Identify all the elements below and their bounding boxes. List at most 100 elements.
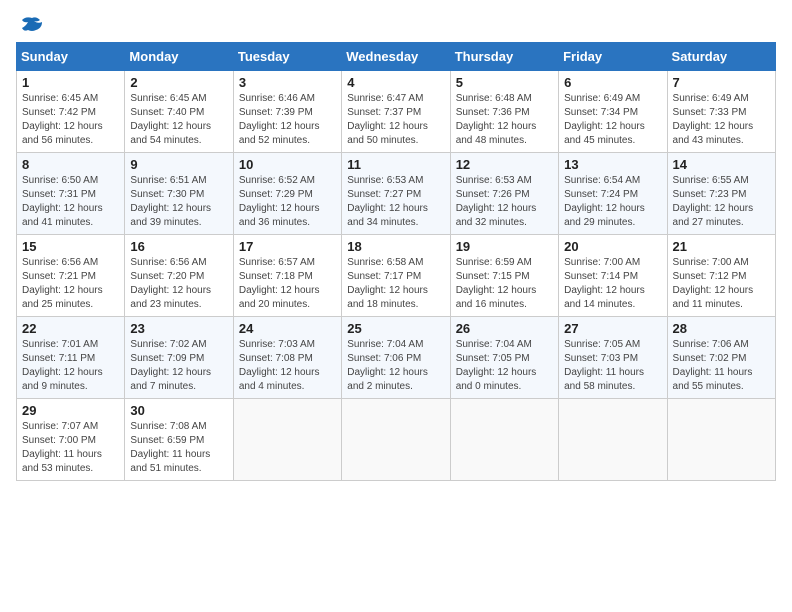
- day-info: Sunrise: 6:48 AM Sunset: 7:36 PM Dayligh…: [456, 92, 553, 148]
- day-info: Sunrise: 7:00 AM Sunset: 7:12 PM Dayligh…: [673, 256, 770, 312]
- header-sunday: Sunday: [17, 43, 125, 71]
- page-header: [16, 16, 776, 34]
- day-number: 18: [347, 239, 444, 254]
- day-number: 13: [564, 157, 661, 172]
- calendar-cell: 26 Sunrise: 7:04 AM Sunset: 7:05 PM Dayl…: [450, 317, 558, 399]
- day-number: 17: [239, 239, 336, 254]
- calendar-cell: 12 Sunrise: 6:53 AM Sunset: 7:26 PM Dayl…: [450, 153, 558, 235]
- calendar-cell: 4 Sunrise: 6:47 AM Sunset: 7:37 PM Dayli…: [342, 71, 450, 153]
- header-wednesday: Wednesday: [342, 43, 450, 71]
- calendar-cell: 9 Sunrise: 6:51 AM Sunset: 7:30 PM Dayli…: [125, 153, 233, 235]
- day-info: Sunrise: 7:06 AM Sunset: 7:02 PM Dayligh…: [673, 338, 770, 394]
- calendar-cell: 17 Sunrise: 6:57 AM Sunset: 7:18 PM Dayl…: [233, 235, 341, 317]
- logo-bird-icon: [20, 16, 44, 34]
- day-info: Sunrise: 7:00 AM Sunset: 7:14 PM Dayligh…: [564, 256, 661, 312]
- day-number: 28: [673, 321, 770, 336]
- calendar-cell: 8 Sunrise: 6:50 AM Sunset: 7:31 PM Dayli…: [17, 153, 125, 235]
- day-number: 16: [130, 239, 227, 254]
- day-info: Sunrise: 6:56 AM Sunset: 7:21 PM Dayligh…: [22, 256, 119, 312]
- day-info: Sunrise: 7:04 AM Sunset: 7:06 PM Dayligh…: [347, 338, 444, 394]
- calendar-cell: 22 Sunrise: 7:01 AM Sunset: 7:11 PM Dayl…: [17, 317, 125, 399]
- day-number: 21: [673, 239, 770, 254]
- day-number: 19: [456, 239, 553, 254]
- day-number: 23: [130, 321, 227, 336]
- day-info: Sunrise: 6:52 AM Sunset: 7:29 PM Dayligh…: [239, 174, 336, 230]
- day-number: 27: [564, 321, 661, 336]
- day-number: 20: [564, 239, 661, 254]
- calendar-cell: 10 Sunrise: 6:52 AM Sunset: 7:29 PM Dayl…: [233, 153, 341, 235]
- calendar-cell: [342, 399, 450, 481]
- day-number: 10: [239, 157, 336, 172]
- day-info: Sunrise: 6:53 AM Sunset: 7:26 PM Dayligh…: [456, 174, 553, 230]
- calendar-cell: 24 Sunrise: 7:03 AM Sunset: 7:08 PM Dayl…: [233, 317, 341, 399]
- day-number: 14: [673, 157, 770, 172]
- calendar-week-row: 1 Sunrise: 6:45 AM Sunset: 7:42 PM Dayli…: [17, 71, 776, 153]
- calendar-cell: 21 Sunrise: 7:00 AM Sunset: 7:12 PM Dayl…: [667, 235, 775, 317]
- header-tuesday: Tuesday: [233, 43, 341, 71]
- day-number: 12: [456, 157, 553, 172]
- calendar-cell: 25 Sunrise: 7:04 AM Sunset: 7:06 PM Dayl…: [342, 317, 450, 399]
- day-info: Sunrise: 6:56 AM Sunset: 7:20 PM Dayligh…: [130, 256, 227, 312]
- calendar-week-row: 29 Sunrise: 7:07 AM Sunset: 7:00 PM Dayl…: [17, 399, 776, 481]
- day-info: Sunrise: 6:47 AM Sunset: 7:37 PM Dayligh…: [347, 92, 444, 148]
- calendar-cell: 15 Sunrise: 6:56 AM Sunset: 7:21 PM Dayl…: [17, 235, 125, 317]
- calendar-cell: 13 Sunrise: 6:54 AM Sunset: 7:24 PM Dayl…: [559, 153, 667, 235]
- header-friday: Friday: [559, 43, 667, 71]
- day-info: Sunrise: 6:51 AM Sunset: 7:30 PM Dayligh…: [130, 174, 227, 230]
- calendar-week-row: 15 Sunrise: 6:56 AM Sunset: 7:21 PM Dayl…: [17, 235, 776, 317]
- day-number: 2: [130, 75, 227, 90]
- calendar-cell: 2 Sunrise: 6:45 AM Sunset: 7:40 PM Dayli…: [125, 71, 233, 153]
- calendar-cell: 27 Sunrise: 7:05 AM Sunset: 7:03 PM Dayl…: [559, 317, 667, 399]
- day-number: 8: [22, 157, 119, 172]
- calendar-cell: 5 Sunrise: 6:48 AM Sunset: 7:36 PM Dayli…: [450, 71, 558, 153]
- day-info: Sunrise: 6:45 AM Sunset: 7:40 PM Dayligh…: [130, 92, 227, 148]
- day-info: Sunrise: 7:04 AM Sunset: 7:05 PM Dayligh…: [456, 338, 553, 394]
- calendar-cell: 11 Sunrise: 6:53 AM Sunset: 7:27 PM Dayl…: [342, 153, 450, 235]
- day-info: Sunrise: 7:05 AM Sunset: 7:03 PM Dayligh…: [564, 338, 661, 394]
- calendar-cell: 1 Sunrise: 6:45 AM Sunset: 7:42 PM Dayli…: [17, 71, 125, 153]
- calendar-cell: 6 Sunrise: 6:49 AM Sunset: 7:34 PM Dayli…: [559, 71, 667, 153]
- calendar-cell: [233, 399, 341, 481]
- calendar-cell: 16 Sunrise: 6:56 AM Sunset: 7:20 PM Dayl…: [125, 235, 233, 317]
- logo: [16, 16, 44, 34]
- calendar-cell: 7 Sunrise: 6:49 AM Sunset: 7:33 PM Dayli…: [667, 71, 775, 153]
- day-info: Sunrise: 6:46 AM Sunset: 7:39 PM Dayligh…: [239, 92, 336, 148]
- day-info: Sunrise: 7:07 AM Sunset: 7:00 PM Dayligh…: [22, 420, 119, 476]
- day-info: Sunrise: 7:02 AM Sunset: 7:09 PM Dayligh…: [130, 338, 227, 394]
- day-number: 25: [347, 321, 444, 336]
- day-number: 26: [456, 321, 553, 336]
- day-number: 29: [22, 403, 119, 418]
- calendar-cell: 19 Sunrise: 6:59 AM Sunset: 7:15 PM Dayl…: [450, 235, 558, 317]
- calendar-cell: 28 Sunrise: 7:06 AM Sunset: 7:02 PM Dayl…: [667, 317, 775, 399]
- day-number: 3: [239, 75, 336, 90]
- day-number: 15: [22, 239, 119, 254]
- calendar-cell: 18 Sunrise: 6:58 AM Sunset: 7:17 PM Dayl…: [342, 235, 450, 317]
- day-info: Sunrise: 6:49 AM Sunset: 7:34 PM Dayligh…: [564, 92, 661, 148]
- header-monday: Monday: [125, 43, 233, 71]
- calendar-week-row: 8 Sunrise: 6:50 AM Sunset: 7:31 PM Dayli…: [17, 153, 776, 235]
- calendar-week-row: 22 Sunrise: 7:01 AM Sunset: 7:11 PM Dayl…: [17, 317, 776, 399]
- day-number: 24: [239, 321, 336, 336]
- day-info: Sunrise: 6:53 AM Sunset: 7:27 PM Dayligh…: [347, 174, 444, 230]
- day-number: 5: [456, 75, 553, 90]
- calendar-cell: 20 Sunrise: 7:00 AM Sunset: 7:14 PM Dayl…: [559, 235, 667, 317]
- day-number: 4: [347, 75, 444, 90]
- day-info: Sunrise: 6:55 AM Sunset: 7:23 PM Dayligh…: [673, 174, 770, 230]
- day-number: 11: [347, 157, 444, 172]
- day-info: Sunrise: 6:58 AM Sunset: 7:17 PM Dayligh…: [347, 256, 444, 312]
- calendar-cell: 30 Sunrise: 7:08 AM Sunset: 6:59 PM Dayl…: [125, 399, 233, 481]
- calendar-cell: [450, 399, 558, 481]
- day-info: Sunrise: 6:49 AM Sunset: 7:33 PM Dayligh…: [673, 92, 770, 148]
- day-info: Sunrise: 7:08 AM Sunset: 6:59 PM Dayligh…: [130, 420, 227, 476]
- day-number: 9: [130, 157, 227, 172]
- day-info: Sunrise: 7:03 AM Sunset: 7:08 PM Dayligh…: [239, 338, 336, 394]
- day-info: Sunrise: 6:50 AM Sunset: 7:31 PM Dayligh…: [22, 174, 119, 230]
- day-info: Sunrise: 6:57 AM Sunset: 7:18 PM Dayligh…: [239, 256, 336, 312]
- calendar-cell: 14 Sunrise: 6:55 AM Sunset: 7:23 PM Dayl…: [667, 153, 775, 235]
- calendar-header-row: SundayMondayTuesdayWednesdayThursdayFrid…: [17, 43, 776, 71]
- header-saturday: Saturday: [667, 43, 775, 71]
- day-number: 22: [22, 321, 119, 336]
- day-number: 1: [22, 75, 119, 90]
- day-info: Sunrise: 6:54 AM Sunset: 7:24 PM Dayligh…: [564, 174, 661, 230]
- calendar-cell: 29 Sunrise: 7:07 AM Sunset: 7:00 PM Dayl…: [17, 399, 125, 481]
